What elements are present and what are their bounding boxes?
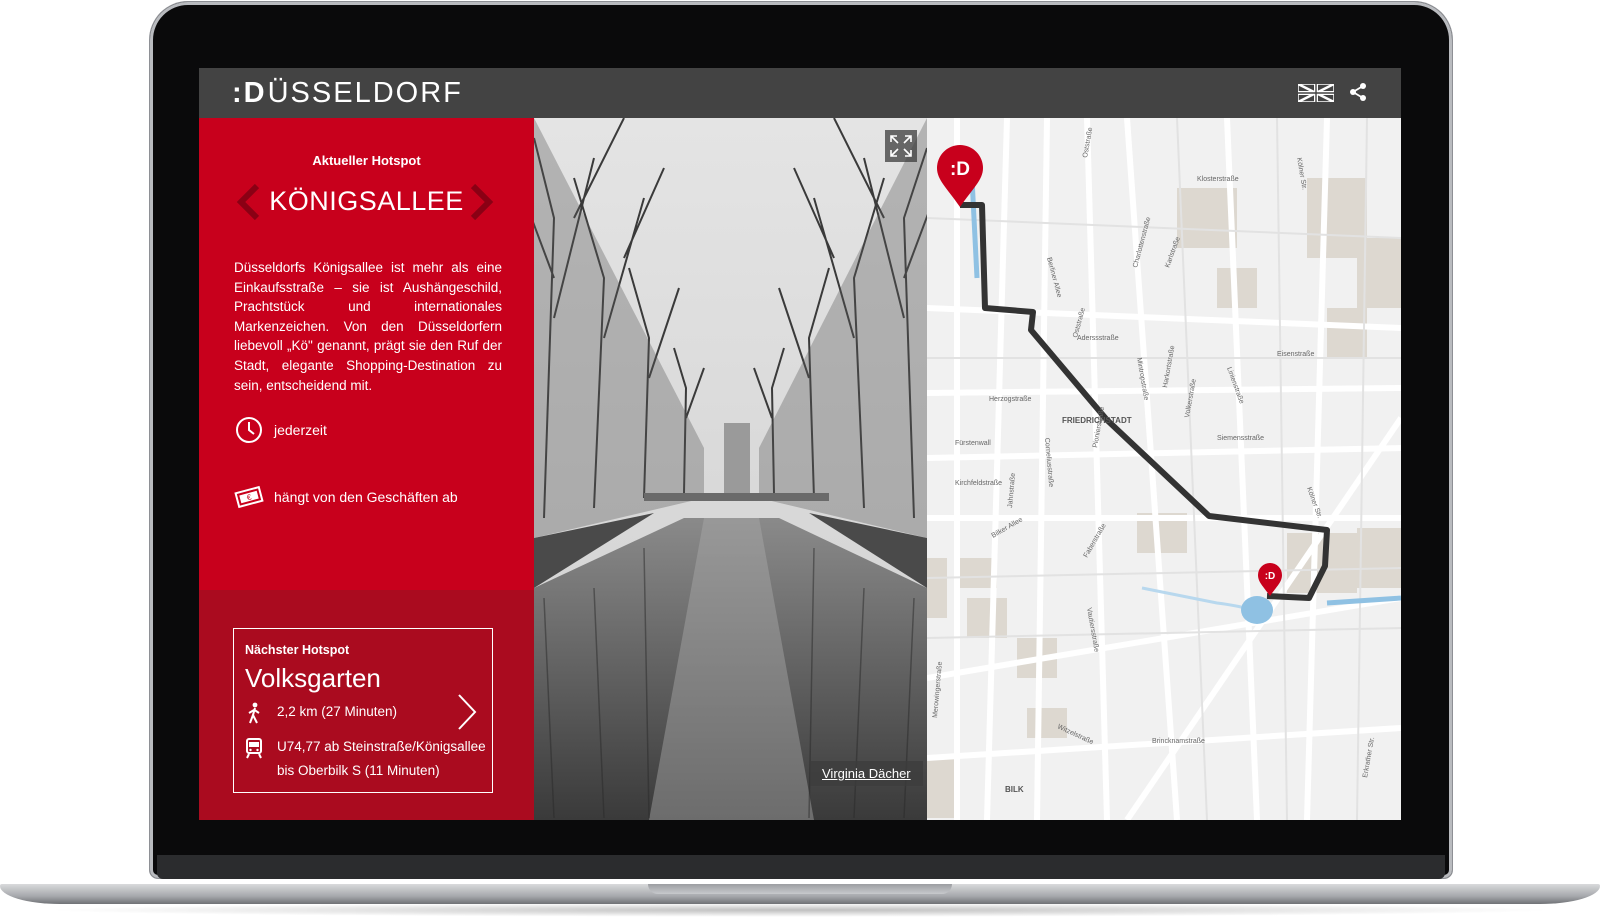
start-marker-label: :D: [950, 159, 970, 180]
hotspot-sidebar: Aktueller Hotspot KÖNIGSALLEE Düsseldorf…: [199, 118, 534, 820]
app-logo[interactable]: :DÜSSELDORF: [232, 77, 463, 110]
app-screen: :DÜSSELDORF Aktueller Hotspot KÖNIGSALLE…: [199, 68, 1401, 820]
map-street-label: Kirchfeldstraße: [955, 480, 1002, 487]
walking-icon: [248, 702, 260, 724]
next-hotspot-arrow-icon[interactable]: [469, 184, 495, 220]
share-icon[interactable]: [1348, 82, 1368, 102]
money-icon: €: [234, 485, 264, 509]
current-hotspot-label: Aktueller Hotspot: [312, 153, 421, 168]
clock-icon: [236, 417, 262, 443]
opening-hours-text: jederzeit: [274, 422, 327, 438]
walk-distance: 2,2 km (27 Minuten): [277, 704, 398, 719]
hotspot-description: Düsseldorfs Königsallee ist mehr als ein…: [234, 260, 502, 393]
transit-row: U74,77 ab Steinstraße/Königsallee bis Ob…: [245, 735, 486, 783]
map-street-label: Aderssstraße: [1077, 335, 1119, 342]
map-street-label: Siemensstraße: [1217, 435, 1264, 442]
route-map[interactable]: Klosterstraße Oststraße Kölner Str. Char…: [927, 118, 1401, 820]
map-canvas: Klosterstraße Oststraße Kölner Str. Char…: [927, 118, 1401, 820]
map-street-label: Brincknamstraße: [1152, 738, 1205, 745]
opening-hours-row: jederzeit: [234, 415, 327, 445]
walk-row: 2,2 km (27 Minuten): [245, 700, 397, 724]
canal-photo-image: [534, 118, 927, 820]
photo-credit-link[interactable]: Virginia Dächer: [810, 761, 923, 786]
logo-text: ÜSSELDORF: [267, 77, 463, 109]
top-bar: :DÜSSELDORF: [199, 68, 1401, 118]
laptop-shadow: [40, 903, 1560, 917]
map-street-label: Herzogstraße: [989, 396, 1032, 403]
transit-text: U74,77 ab Steinstraße/Königsallee bis Ob…: [277, 735, 486, 783]
next-hotspot-card[interactable]: Nächster Hotspot Volksgarten 2,2 km (27 …: [233, 628, 493, 793]
next-hotspot-title: Volksgarten: [245, 663, 381, 693]
map-street-label: Eisenstraße: [1277, 351, 1314, 358]
logo-prefix: :D: [232, 77, 267, 109]
hotspot-photo: Virginia Dächer: [534, 118, 927, 820]
price-text: hängt von den Geschäften ab: [274, 489, 458, 505]
bilk-label: BILK: [1005, 785, 1024, 794]
tram-icon: [246, 738, 262, 759]
district-label: FRIEDRICHSTADT: [1062, 416, 1132, 425]
uk-flag-icon[interactable]: [1298, 84, 1334, 102]
next-hotspot-label: Nächster Hotspot: [245, 643, 350, 657]
map-street-label: Fürstenwall: [955, 440, 991, 447]
destination-marker-label: :D: [1265, 571, 1276, 582]
chevron-right-icon: [458, 694, 477, 730]
map-street-label: Klosterstraße: [1197, 176, 1239, 183]
transit-line-1: U74,77 ab Steinstraße/Königsallee: [277, 739, 486, 754]
transit-line-2: bis Oberbilk S (11 Minuten): [277, 763, 440, 778]
price-row: € hängt von den Geschäften ab: [234, 482, 458, 512]
laptop-bezel: [157, 855, 1445, 879]
fullscreen-icon[interactable]: [885, 130, 917, 162]
next-hotspot-panel: Nächster Hotspot Volksgarten 2,2 km (27 …: [199, 590, 534, 820]
laptop-notch: [648, 884, 952, 894]
